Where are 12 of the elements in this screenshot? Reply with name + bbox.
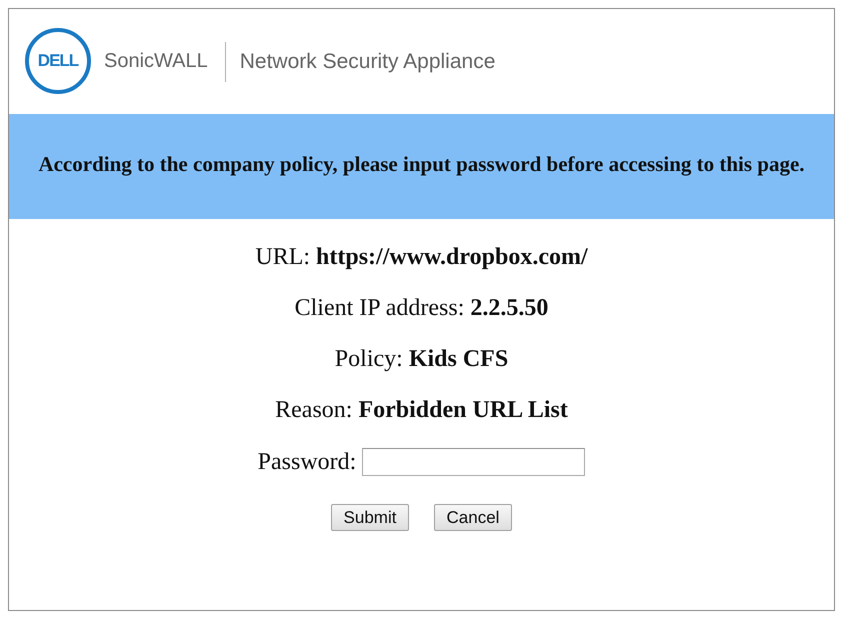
notice-message: According to the company policy, please input password before accessing to this page. bbox=[38, 152, 805, 176]
detail-line: Policy: Kids CFS bbox=[334, 346, 508, 373]
detail-line: Reason: Forbidden URL List bbox=[275, 397, 568, 424]
product-name: SonicWALL bbox=[104, 50, 208, 73]
logo: DELL bbox=[25, 28, 91, 94]
password-field[interactable] bbox=[362, 448, 586, 476]
submit-button[interactable]: Submit bbox=[331, 504, 409, 531]
product-subtitle: Network Security Appliance bbox=[240, 50, 496, 74]
detail-line: Client IP address: 2.2.5.50 bbox=[294, 295, 548, 322]
detail-line: URL: https://www.dropbox.com/ bbox=[255, 244, 588, 271]
password-label: Password: bbox=[258, 448, 356, 476]
cancel-button[interactable]: Cancel bbox=[434, 504, 512, 531]
